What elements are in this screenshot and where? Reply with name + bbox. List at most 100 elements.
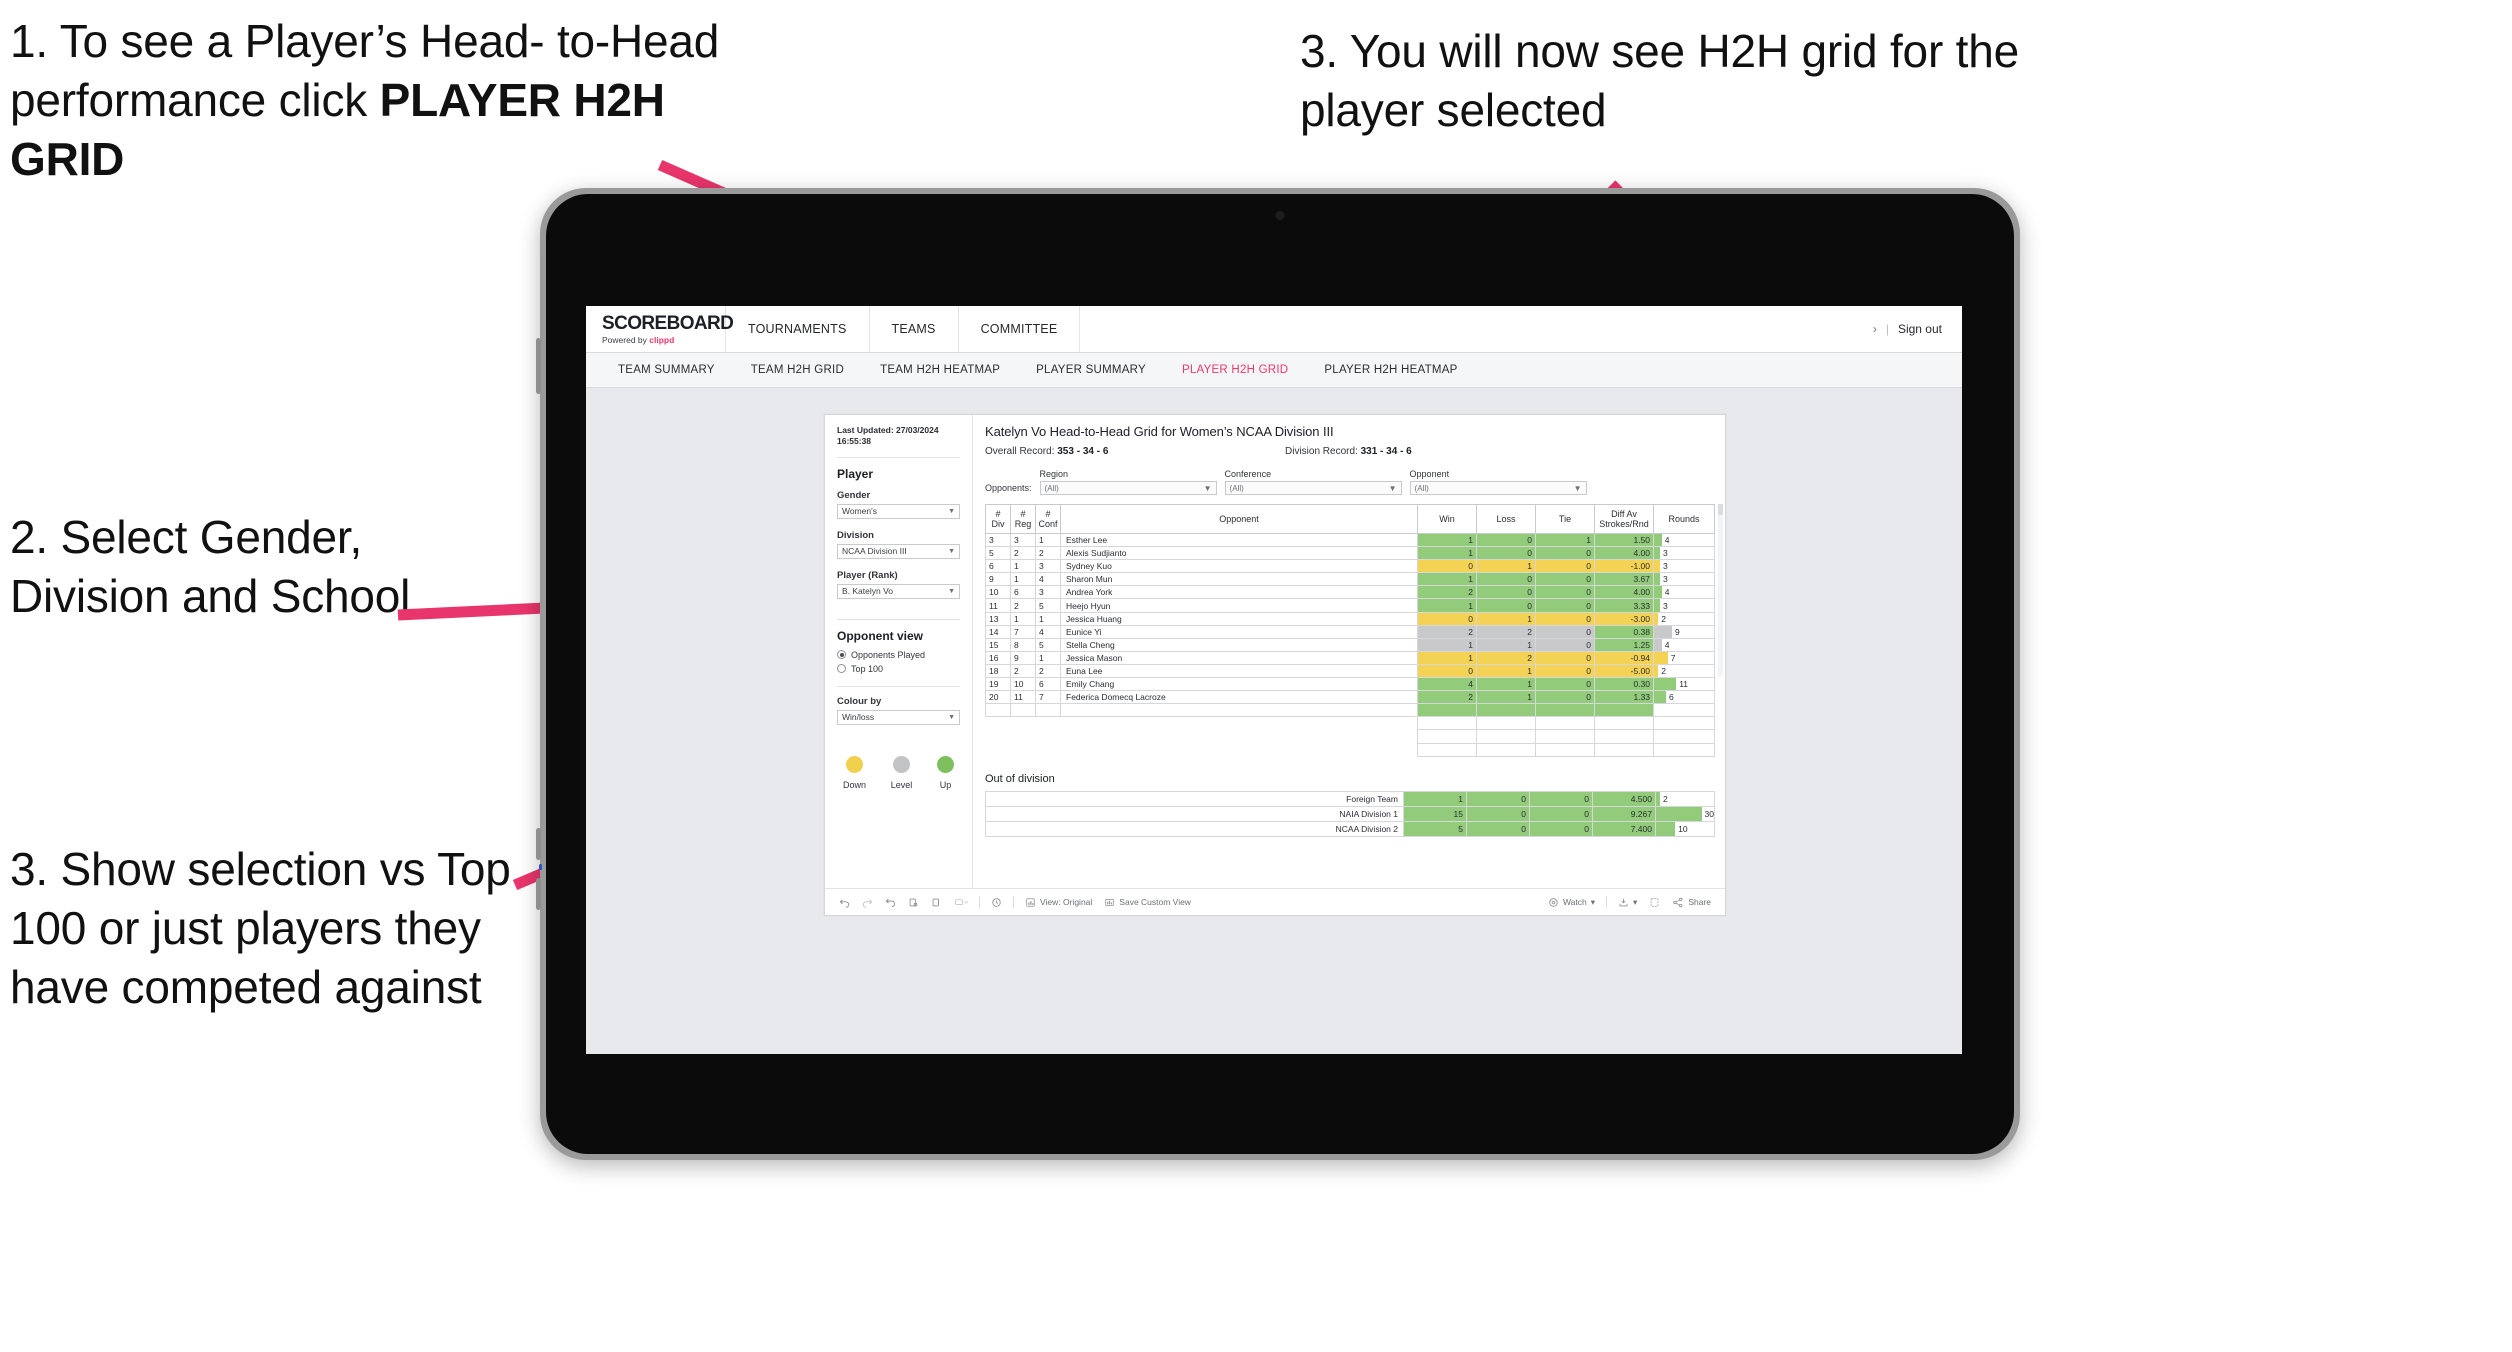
cell-reg: 2 [1010, 598, 1036, 613]
cell-conf: 6 [1035, 677, 1061, 692]
sign-out-area: › | Sign out [1873, 306, 1962, 352]
chevron-down-icon: ▾ [1633, 896, 1638, 907]
cell-win: 1 [1417, 572, 1477, 587]
cell-opponent: Jessica Mason [1060, 650, 1418, 665]
out-of-division-row[interactable]: Foreign Team 1 0 0 4.500 2 [985, 790, 1715, 807]
cell-tie: 0 [1535, 559, 1595, 574]
tab-player-h2h-grid[interactable]: PLAYER H2H GRID [1164, 364, 1306, 376]
cell-reg: 1 [1010, 572, 1036, 587]
table-row[interactable]: 11 2 5 Heejo Hyun 1 0 0 3.33 3 [985, 598, 1715, 613]
nav-teams[interactable]: TEAMS [870, 306, 959, 352]
cell-reg: 1 [1010, 611, 1036, 626]
cell-opponent: Esther Lee [1060, 532, 1418, 548]
division-field: Division NCAA Division III ▼ [837, 530, 960, 559]
filter-conference-value: (All) [1229, 483, 1244, 493]
vertical-scrollbar-track[interactable] [1718, 504, 1723, 676]
filter-region-select[interactable]: (All) ▼ [1039, 481, 1217, 495]
cell-ood-loss: 0 [1466, 820, 1530, 837]
opponent-filters: Opponents: Region (All) ▼ Conference (Al… [985, 469, 1715, 495]
camera-icon [1275, 211, 1285, 220]
device-preview-icon[interactable] [948, 897, 974, 908]
cell-div: 14 [985, 624, 1011, 639]
table-row[interactable]: 20 11 7 Federica Domecq Lacroze 2 1 0 1.33 6 [985, 690, 1715, 705]
nav-tournaments[interactable]: TOURNAMENTS [726, 306, 870, 352]
table-row[interactable]: 16 9 1 Jessica Mason 1 2 0 -0.94 7 [985, 650, 1715, 665]
revert-icon[interactable] [879, 897, 902, 908]
sign-out-link[interactable]: Sign out [1898, 322, 1942, 336]
division-select[interactable]: NCAA Division III ▼ [837, 543, 960, 559]
grid-col-header: # Reg [1010, 504, 1036, 534]
cell-rounds: 4 [1653, 532, 1715, 548]
filter-conference-select[interactable]: (All) ▼ [1224, 481, 1402, 495]
cell-opponent: Sydney Kuo [1060, 559, 1418, 574]
vertical-scrollbar-thumb[interactable] [1718, 504, 1723, 515]
legend-swatch-up [937, 755, 954, 773]
grid-col-header: Rounds [1653, 504, 1715, 534]
cell-loss: 2 [1476, 624, 1536, 639]
view-original-button[interactable]: View: Original [1019, 897, 1098, 908]
table-row[interactable]: 19 10 6 Emily Chang 4 1 0 0.30 11 [985, 677, 1715, 692]
filter-opponent: Opponent (All) ▼ [1409, 469, 1587, 495]
cell-opponent: Euna Lee [1060, 663, 1418, 679]
table-row[interactable]: 18 2 2 Euna Lee 0 1 0 -5.00 2 [985, 663, 1715, 679]
grid-header-row: # Div # Reg # Conf Opponent Win Loss Tie Diff Av St… [985, 504, 1715, 534]
watch-button[interactable]: Watch ▾ [1542, 897, 1601, 908]
division-label: Division [837, 529, 874, 541]
tab-player-summary[interactable]: PLAYER SUMMARY [1018, 364, 1164, 376]
player-rank-select[interactable]: B. Katelyn Vo ▼ [837, 583, 960, 599]
cell-win: 2 [1417, 624, 1477, 639]
refresh-icon[interactable] [902, 897, 925, 908]
out-of-division-row[interactable]: NAIA Division 1 15 0 0 9.267 30 [985, 805, 1715, 822]
filter-opponent-select[interactable]: (All) ▼ [1409, 481, 1587, 495]
cell-win: 1 [1417, 650, 1477, 665]
cell-tie: 0 [1535, 677, 1595, 692]
fullscreen-button[interactable] [1643, 897, 1666, 908]
chevron-down-icon: ▼ [1388, 483, 1397, 493]
cell-div: 16 [985, 650, 1011, 665]
share-button[interactable]: Share [1666, 897, 1717, 908]
grid-col-header: Win [1417, 504, 1477, 534]
download-button[interactable]: ▾ [1612, 897, 1643, 908]
tab-team-h2h-heatmap[interactable]: TEAM H2H HEATMAP [862, 364, 1018, 376]
cell-reg: 11 [1010, 690, 1036, 705]
cell-opponent: Heejo Hyun [1060, 598, 1418, 613]
redo-icon[interactable] [856, 897, 879, 908]
alerts-icon[interactable] [985, 897, 1008, 908]
legend-swatch-down [846, 755, 863, 773]
pause-icon[interactable] [925, 897, 948, 908]
cell-div: 5 [985, 546, 1011, 561]
cell-diff: 1.33 [1594, 690, 1654, 705]
cell-loss: 1 [1476, 637, 1536, 652]
table-row[interactable]: 15 8 5 Stella Cheng 1 1 0 1.25 4 [985, 637, 1715, 652]
table-row[interactable]: 6 1 3 Sydney Kuo 0 1 0 -1.00 3 [985, 559, 1715, 574]
nav-committee[interactable]: COMMITTEE [959, 306, 1081, 352]
tablet-device-frame: SCOREBOARD Powered by clippd TOURNAMENTS… [536, 188, 2020, 1160]
cell-ood-label: NAIA Division 1 [985, 805, 1404, 822]
undo-icon[interactable] [833, 897, 856, 908]
cell-rounds: 11 [1653, 677, 1715, 692]
table-row[interactable]: 5 2 2 Alexis Sudjianto 1 0 0 4.00 3 [985, 546, 1715, 561]
tablet-screen-bezel: SCOREBOARD Powered by clippd TOURNAMENTS… [546, 194, 2014, 1154]
save-custom-view-button[interactable]: Save Custom View [1098, 897, 1197, 908]
cell-conf: 2 [1035, 663, 1061, 679]
grid-header: # Div # Reg # Conf Opponent Win Loss Tie Diff Av St… [985, 504, 1715, 534]
colour-by-select[interactable]: Win/loss ▼ [837, 709, 960, 725]
table-row[interactable]: 10 6 3 Andrea York 2 0 0 4.00 4 [985, 585, 1715, 600]
tab-team-h2h-grid[interactable]: TEAM H2H GRID [733, 364, 862, 376]
cell-tie: 0 [1535, 546, 1595, 561]
radio-opponents-played[interactable]: Opponents Played [837, 650, 960, 660]
radio-top-100[interactable]: Top 100 [837, 664, 960, 674]
gender-label: Gender [837, 489, 871, 501]
chevron-down-icon: ▼ [948, 587, 955, 595]
cell-reg: 7 [1010, 624, 1036, 639]
tab-team-summary[interactable]: TEAM SUMMARY [600, 364, 733, 376]
table-row[interactable]: 14 7 4 Eunice Yi 2 2 0 0.38 9 [985, 624, 1715, 639]
table-row[interactable]: 13 1 1 Jessica Huang 0 1 0 -3.00 2 [985, 611, 1715, 626]
table-row[interactable]: 9 1 4 Sharon Mun 1 0 0 3.67 3 [985, 572, 1715, 587]
out-of-division-row[interactable]: NCAA Division 2 5 0 0 7.400 10 [985, 820, 1715, 837]
cell-ood-diff: 9.267 [1592, 805, 1656, 822]
table-row[interactable]: 3 3 1 Esther Lee 1 0 1 1.50 4 [985, 532, 1715, 548]
tab-player-h2h-heatmap[interactable]: PLAYER H2H HEATMAP [1306, 364, 1475, 376]
gender-select[interactable]: Women's ▼ [837, 503, 960, 519]
h2h-grid-table: # Div # Reg # Conf Opponent Win Loss Tie Diff Av St… [985, 504, 1715, 757]
